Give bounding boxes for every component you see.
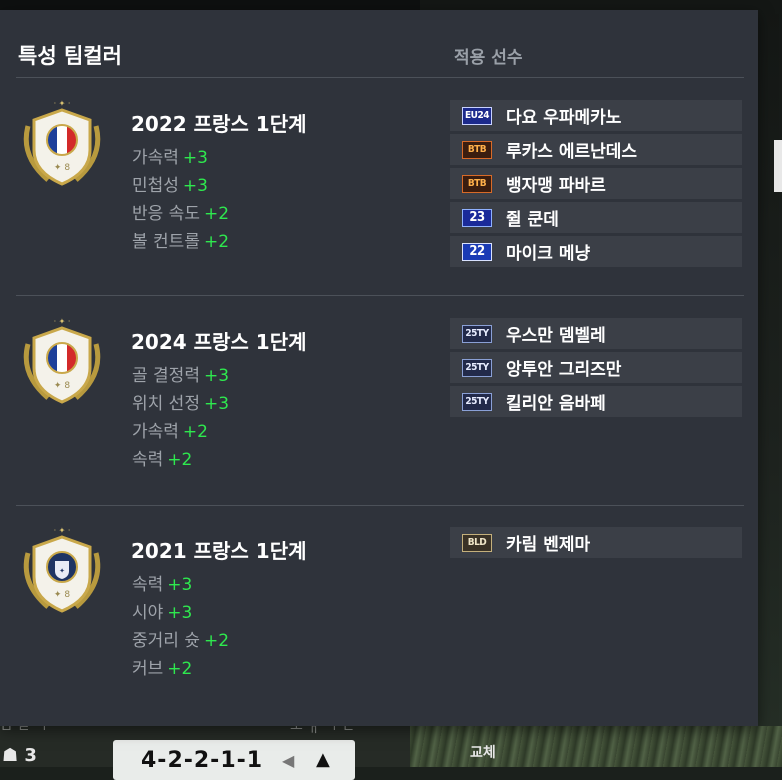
team-color-name: 2021 프랑스 1단계	[131, 539, 307, 563]
section-divider	[16, 295, 744, 296]
svg-text:· ✦ ·: · ✦ ·	[54, 99, 71, 108]
player-name: 쥘 쿤데	[506, 210, 559, 230]
svg-text:✦ 8: ✦ 8	[54, 381, 70, 391]
stat-bonus: 시야 +3	[132, 603, 193, 623]
applied-players-header: 적용 선수	[454, 48, 523, 68]
background-side-element	[774, 140, 782, 192]
season-badge: 23	[462, 208, 492, 227]
france-flag-shield-emblem: ✦ 8 · ✦ ·	[23, 99, 101, 186]
season-badge: BLD	[462, 533, 492, 552]
header-divider	[16, 77, 744, 78]
applied-player-list: BLD 카림 벤제마	[450, 527, 742, 561]
stat-bonus: 골 결정력 +3	[132, 366, 230, 386]
player-name: 우스만 뎀벨레	[506, 326, 606, 346]
team-color-name: 2024 프랑스 1단계	[131, 330, 307, 354]
player-row[interactable]: 23 쥘 쿤데	[450, 202, 742, 233]
player-name: 킬리안 음바페	[506, 394, 606, 414]
svg-text:· ✦ ·: · ✦ ·	[54, 526, 71, 535]
stat-bonus: 민첩성 +3	[132, 176, 208, 196]
france-flag-shield-emblem: ✦ 8 · ✦ ·	[23, 317, 101, 404]
svg-text:✦ 8: ✦ 8	[54, 163, 70, 173]
applied-player-list: 25TY 우스만 뎀벨레 25TY 앙투안 그리즈만 25TY 킬리안 음바페	[450, 318, 742, 420]
stat-bonus-list: 골 결정력 +3 위치 선정 +3 가속력 +2 속력 +2	[132, 362, 229, 474]
player-row[interactable]: 25TY 앙투안 그리즈만	[450, 352, 742, 383]
svg-text:✦: ✦	[59, 567, 65, 575]
stat-bonus: 볼 컨트롤 +2	[132, 232, 230, 252]
player-row[interactable]: EU24 다요 우파메카노	[450, 100, 742, 131]
player-name: 루카스 에르난데스	[506, 142, 638, 162]
player-row[interactable]: 22 마이크 메냥	[450, 236, 742, 267]
player-name: 다요 우파메카노	[506, 108, 622, 128]
season-badge: BTB	[462, 140, 492, 159]
stat-bonus: 속력 +3	[132, 575, 193, 595]
stat-bonus: 가속력 +2	[132, 422, 208, 442]
player-row[interactable]: BLD 카림 벤제마	[450, 527, 742, 558]
season-badge: 22	[462, 242, 492, 261]
svg-text:· ✦ ·: · ✦ ·	[54, 317, 71, 326]
substitute-label[interactable]: 교체	[470, 742, 496, 762]
stat-bonus-list: 속력 +3 시야 +3 중거리 슛 +2 커브 +2	[132, 571, 229, 683]
section-divider	[16, 505, 744, 506]
season-badge: 25TY	[462, 358, 492, 377]
season-badge: BTB	[462, 174, 492, 193]
season-badge: 25TY	[462, 392, 492, 411]
player-row[interactable]: 25TY 우스만 뎀벨레	[450, 318, 742, 349]
team-color-name: 2022 프랑스 1단계	[131, 112, 307, 136]
stat-bonus-list: 가속력 +3 민첩성 +3 반응 속도 +2 볼 컨트롤 +2	[132, 144, 229, 256]
player-row[interactable]: BTB 루카스 에르난데스	[450, 134, 742, 165]
stat-bonus: 커브 +2	[132, 659, 193, 679]
stat-bonus: 속력 +2	[132, 450, 193, 470]
svg-text:✦ 8: ✦ 8	[54, 590, 70, 600]
background-pitch	[410, 726, 782, 767]
stat-bonus: 가속력 +3	[132, 148, 208, 168]
player-name: 앙투안 그리즈만	[506, 360, 622, 380]
season-badge: 25TY	[462, 324, 492, 343]
player-name: 카림 벤제마	[506, 535, 591, 555]
player-row[interactable]: BTB 뱅자맹 파바르	[450, 168, 742, 199]
panel-title: 특성 팀컬러	[18, 44, 122, 68]
team-color-panel: 특성 팀컬러 적용 선수 ✦ 8 · ✦ · 2022 프랑스 1단계 가속력 +…	[0, 10, 758, 726]
player-row[interactable]: 25TY 킬리안 음바페	[450, 386, 742, 417]
season-badge: EU24	[462, 106, 492, 125]
stat-bonus: 위치 선정 +3	[132, 394, 230, 414]
player-name: 뱅자맹 파바르	[506, 176, 606, 196]
fff-crest-shield-emblem: ✦ ✦ 8 · ✦ ·	[23, 526, 101, 613]
formation-prev-icon[interactable]: ◀	[282, 751, 294, 770]
shoe-icon: ☗	[2, 745, 19, 766]
stat-bonus: 중거리 슛 +2	[132, 631, 230, 651]
player-name: 마이크 메냥	[506, 244, 591, 264]
background-count: ☗ 3	[2, 745, 37, 766]
applied-player-list: EU24 다요 우파메카노 BTB 루카스 에르난데스 BTB 뱅자맹 파바르 23 쥘…	[450, 100, 742, 270]
stat-bonus: 반응 속도 +2	[132, 204, 230, 224]
